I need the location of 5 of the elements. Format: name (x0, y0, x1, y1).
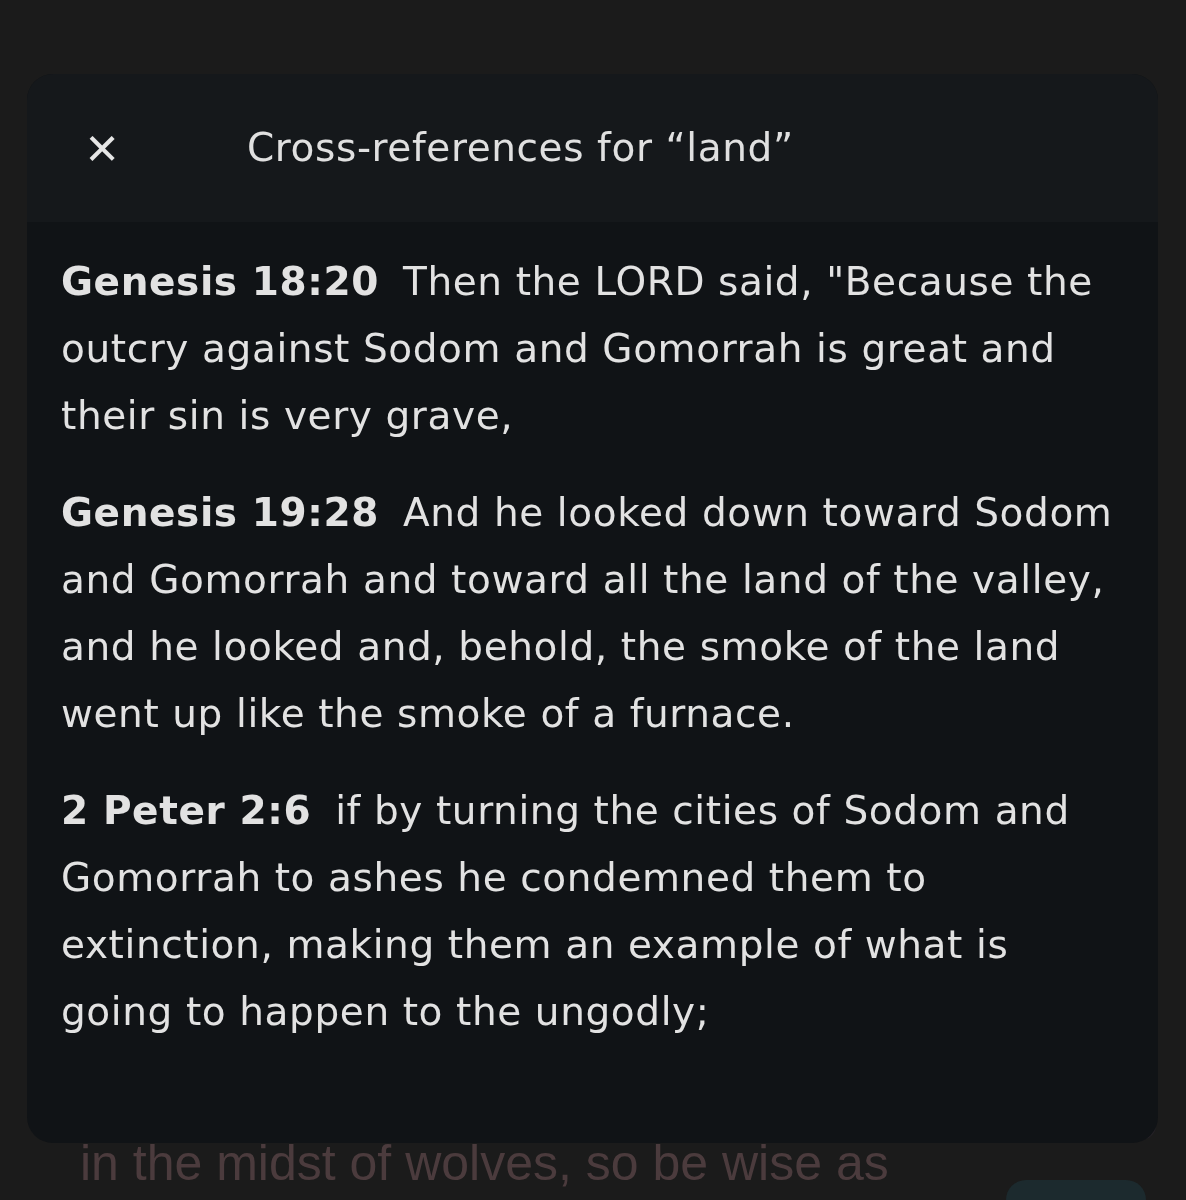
close-button[interactable]: × (77, 120, 127, 176)
cross-reference-entry[interactable]: 2 Peter 2:6 if by turning the cities of Sodom and Gomorrah to ashes he condemned them to extinction, making them an example of what is going to happen to the ungodly; (61, 777, 1124, 1045)
dialog-title: Cross-references for “land” (247, 123, 794, 172)
cross-reference-entry[interactable]: Genesis 19:28 And he looked down toward Sodom and Gomorrah and toward all the land of the valley, and he looked and, behold, the smoke of the land went up like the smoke of a furnace. (61, 479, 1124, 747)
cross-reference-entry[interactable]: Genesis 18:20 Then the LORD said, "Because the outcry against Sodom and Gomorrah is great and their sin is very grave, (61, 248, 1124, 449)
